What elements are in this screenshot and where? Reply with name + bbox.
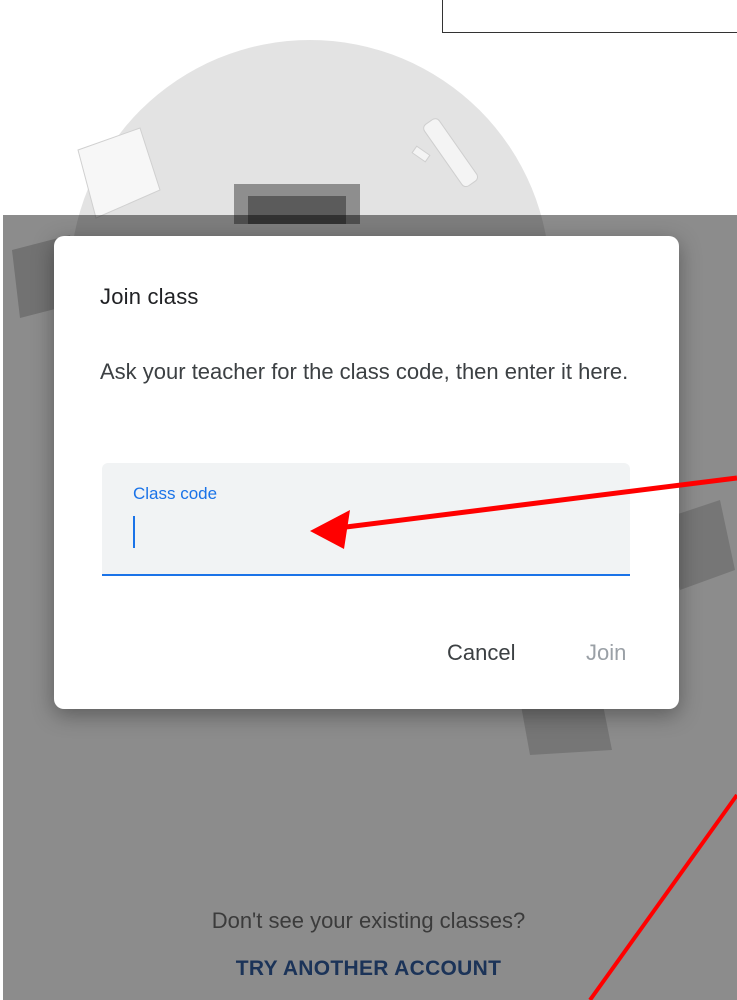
class-code-field[interactable]: Class code (102, 463, 630, 576)
dialog-title: Join class (100, 284, 199, 309)
try-another-account-link[interactable]: TRY ANOTHER ACCOUNT (0, 957, 737, 981)
class-code-input[interactable] (132, 511, 616, 553)
text-caret (133, 516, 135, 548)
class-code-label: Class code (133, 484, 218, 503)
cancel-button[interactable]: Cancel (439, 636, 523, 670)
join-class-dialog: Join class Ask your teacher for the clas… (54, 236, 679, 709)
existing-classes-question: Don't see your existing classes? (211, 908, 526, 933)
join-button[interactable]: Join (578, 636, 634, 670)
dialog-description: Ask your teacher for the class code, the… (100, 359, 629, 384)
